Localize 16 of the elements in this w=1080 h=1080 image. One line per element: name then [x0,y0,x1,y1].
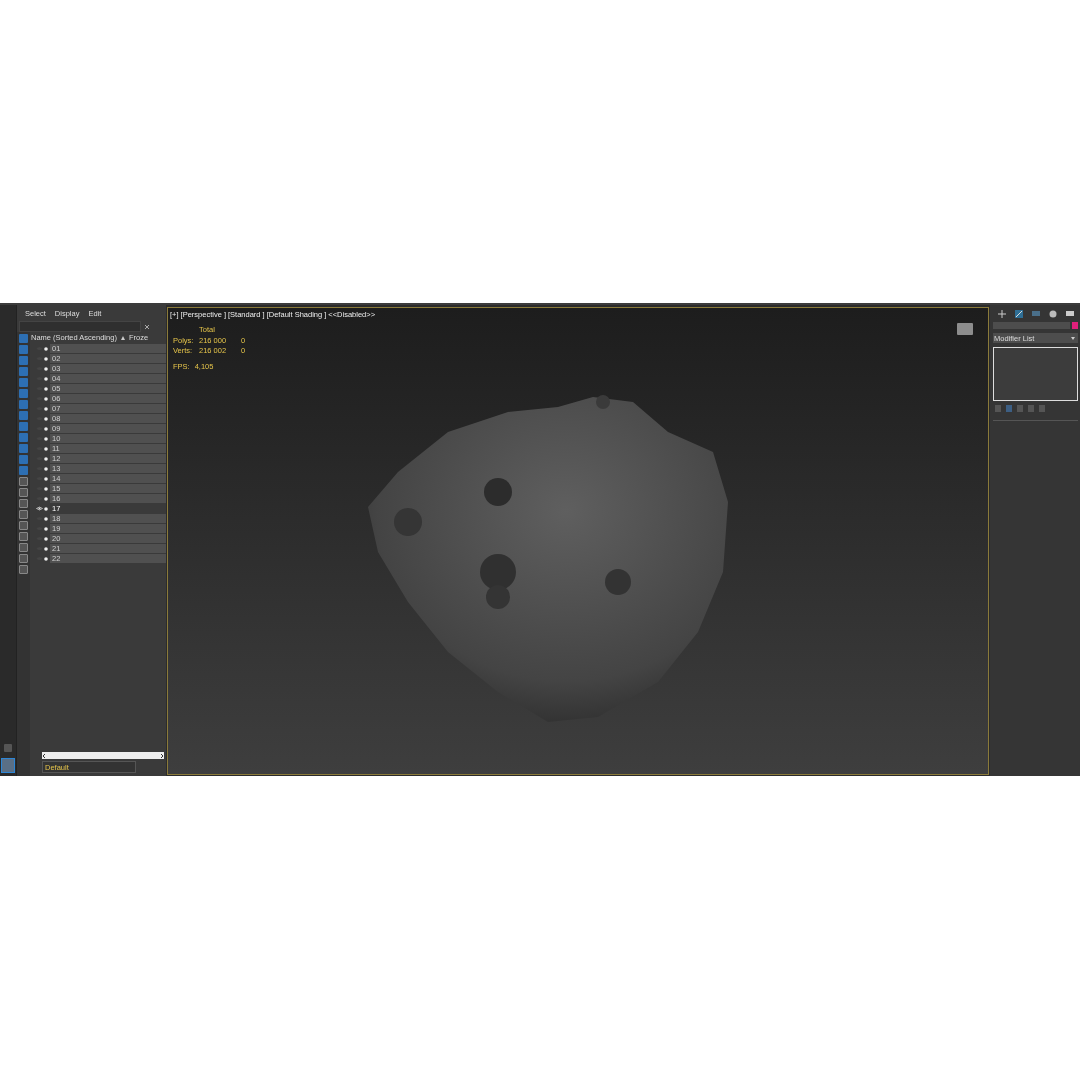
modifier-stack[interactable] [993,347,1078,401]
close-icon[interactable] [144,323,150,330]
monitor-icon[interactable] [1065,310,1074,318]
viewport-toggle-button[interactable] [4,744,12,752]
color-swatch[interactable] [1072,322,1078,329]
caret-icon [1071,336,1075,340]
sphere-icon[interactable] [1048,310,1057,318]
create-icon[interactable] [997,310,1006,318]
horizontal-scrollbar[interactable] [42,752,164,759]
modify-icon[interactable] [1014,310,1023,318]
sort-arrow-icon [120,335,125,340]
scroll-left-icon[interactable] [42,753,46,758]
scroll-right-icon[interactable] [160,753,164,758]
viewport-layout-button[interactable] [1,758,15,773]
object-name-field[interactable] [993,322,1070,329]
viewcube-icon[interactable] [957,323,973,335]
